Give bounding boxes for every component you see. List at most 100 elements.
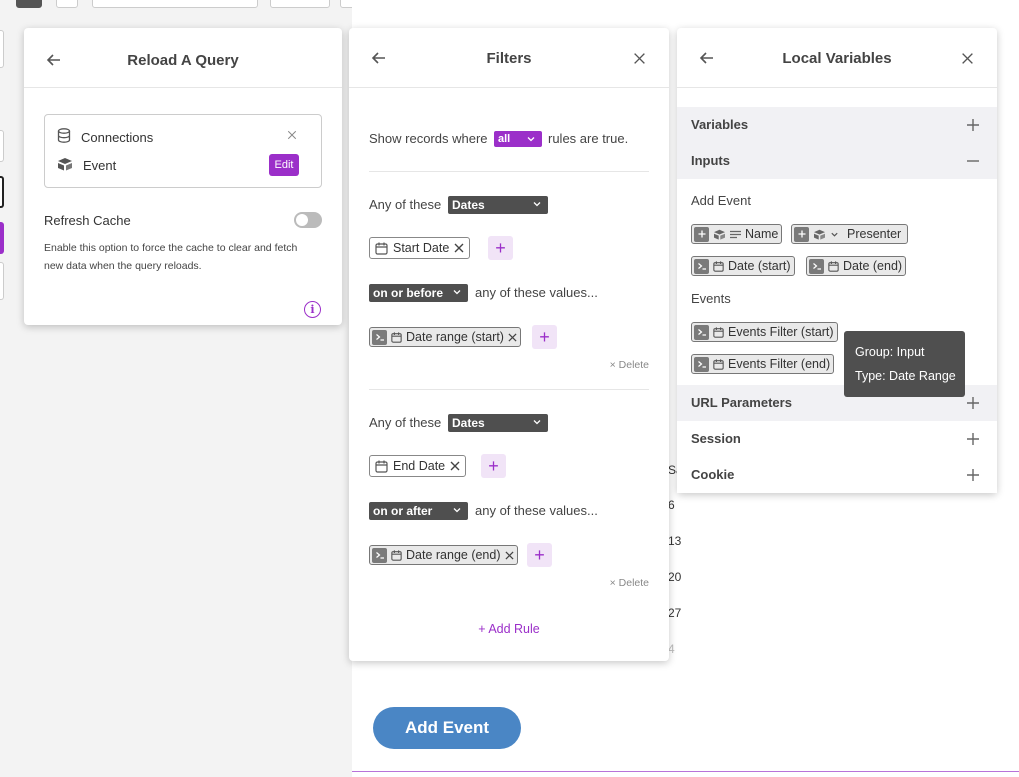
toolbar-group[interactable] (270, 0, 330, 8)
field-group-select[interactable]: Dates (448, 196, 548, 214)
delete-rule-button[interactable]: × Delete (610, 359, 649, 371)
value-chip-label: Date range (end) (406, 548, 501, 562)
event-connection-row: Event (57, 157, 116, 174)
add-rule-button[interactable]: + Add Rule (349, 622, 669, 636)
close-icon[interactable] (285, 128, 299, 142)
calendar-icon (391, 549, 402, 561)
section-label: URL Parameters (691, 395, 792, 410)
value-chip[interactable]: Date range (start) (369, 327, 521, 347)
field-chip[interactable]: Start Date (369, 237, 471, 259)
input-chip-events-filter-end[interactable]: Events Filter (end) (691, 354, 835, 374)
connections-row: Connections (57, 128, 153, 146)
calendar-icon (828, 260, 839, 272)
operator-select[interactable]: on or after (369, 502, 468, 520)
remove-icon[interactable] (454, 243, 464, 253)
section-label: Variables (691, 117, 749, 132)
chevron-down-icon (453, 290, 461, 295)
variable-icon (372, 329, 387, 345)
minus-icon[interactable] (965, 153, 981, 169)
field-chip[interactable]: End Date (369, 455, 467, 477)
local-variables-panel: Local Variables Variables Inputs Add Eve… (677, 28, 997, 493)
toolbar-group[interactable] (92, 0, 258, 8)
delete-rule-button[interactable]: × Delete (610, 577, 649, 589)
input-chip-name[interactable]: Name (691, 224, 783, 244)
calendar-icon (713, 260, 724, 272)
section-variables[interactable]: Variables (677, 107, 997, 143)
variable-icon (694, 356, 709, 372)
section-inputs[interactable]: Inputs (677, 143, 997, 179)
database-icon (57, 128, 71, 146)
plus-icon[interactable] (965, 431, 981, 447)
refresh-cache-label: Refresh Cache (44, 213, 131, 228)
toolbar-button[interactable] (16, 0, 42, 8)
calendar-icon (391, 331, 402, 343)
calendar-day: 20 (668, 570, 682, 584)
add-field-button[interactable]: + (481, 454, 506, 478)
add-value-button[interactable]: + (527, 543, 552, 567)
info-icon[interactable]: i (304, 301, 321, 318)
input-chip-date-start[interactable]: Date (start) (691, 256, 795, 276)
calendar-icon (713, 326, 724, 338)
plus-icon[interactable] (965, 395, 981, 411)
value-chip[interactable]: Date range (end) (369, 545, 518, 565)
close-icon[interactable] (629, 48, 649, 68)
match-mode-select[interactable]: all (494, 131, 542, 147)
plus-icon[interactable] (965, 467, 981, 483)
operator-select[interactable]: on or before (369, 284, 468, 302)
panel-title: Filters (486, 50, 532, 67)
values-text: any of these values... (475, 285, 598, 300)
remove-icon[interactable] (504, 550, 514, 560)
remove-icon[interactable] (450, 461, 460, 471)
add-value-button[interactable]: + (532, 325, 557, 349)
refresh-cache-toggle[interactable] (294, 212, 322, 228)
chip-label: Date (end) (843, 259, 903, 273)
chevron-down-icon (533, 420, 541, 425)
chevron-down-icon (453, 508, 461, 513)
add-field-button[interactable]: + (488, 236, 513, 260)
show-records-prefix: Show records where (369, 131, 488, 146)
show-records-suffix: rules are true. (548, 131, 629, 146)
remove-icon[interactable] (508, 332, 517, 342)
operator-value: on or before (373, 286, 444, 300)
section-label: Inputs (691, 153, 730, 168)
add-event-button[interactable]: Add Event (373, 707, 521, 749)
input-chip-events-filter-start[interactable]: Events Filter (start) (691, 322, 838, 342)
input-chip-date-end[interactable]: Date (end) (806, 256, 907, 276)
variable-icon (372, 547, 387, 563)
any-of-these-label: Any of these (369, 415, 442, 430)
variable-icon (694, 324, 709, 340)
selection-line (352, 771, 1019, 772)
calendar-day: 6 (668, 498, 675, 512)
tool-button[interactable] (0, 262, 4, 300)
divider (369, 389, 649, 390)
section-session[interactable]: Session (677, 421, 997, 457)
panel-title: Reload A Query (127, 52, 239, 69)
airtable-icon (714, 229, 725, 240)
edit-button[interactable]: Edit (269, 154, 299, 176)
tool-button[interactable] (0, 30, 4, 68)
toolbar-button[interactable] (56, 0, 78, 8)
section-cookie[interactable]: Cookie (677, 457, 997, 493)
plus-icon (794, 226, 809, 242)
tool-button[interactable] (0, 130, 4, 162)
tool-button-active[interactable] (0, 222, 4, 254)
variable-icon (809, 258, 824, 274)
chip-label: Name (745, 227, 779, 241)
text-field-icon (730, 230, 741, 238)
panel-header: Reload A Query (24, 28, 342, 88)
chevron-down-icon (533, 202, 541, 207)
panel-header: Local Variables (677, 28, 997, 88)
input-chip-presenter[interactable]: Presenter (791, 224, 909, 244)
tool-button-selected[interactable] (0, 176, 4, 208)
delete-label: Delete (618, 577, 649, 589)
delete-label: Delete (618, 359, 649, 371)
value-chip-label: Date range (start) (406, 330, 504, 344)
plus-icon[interactable] (965, 117, 981, 133)
match-mode-value: all (498, 133, 511, 145)
field-chip-label: Start Date (393, 241, 450, 255)
close-icon[interactable] (957, 48, 977, 68)
field-group-value: Dates (452, 198, 485, 212)
chevron-down-icon (527, 137, 535, 142)
reload-query-panel: Reload A Query Connections Event Edit Re… (24, 28, 342, 325)
field-group-select[interactable]: Dates (448, 414, 548, 432)
